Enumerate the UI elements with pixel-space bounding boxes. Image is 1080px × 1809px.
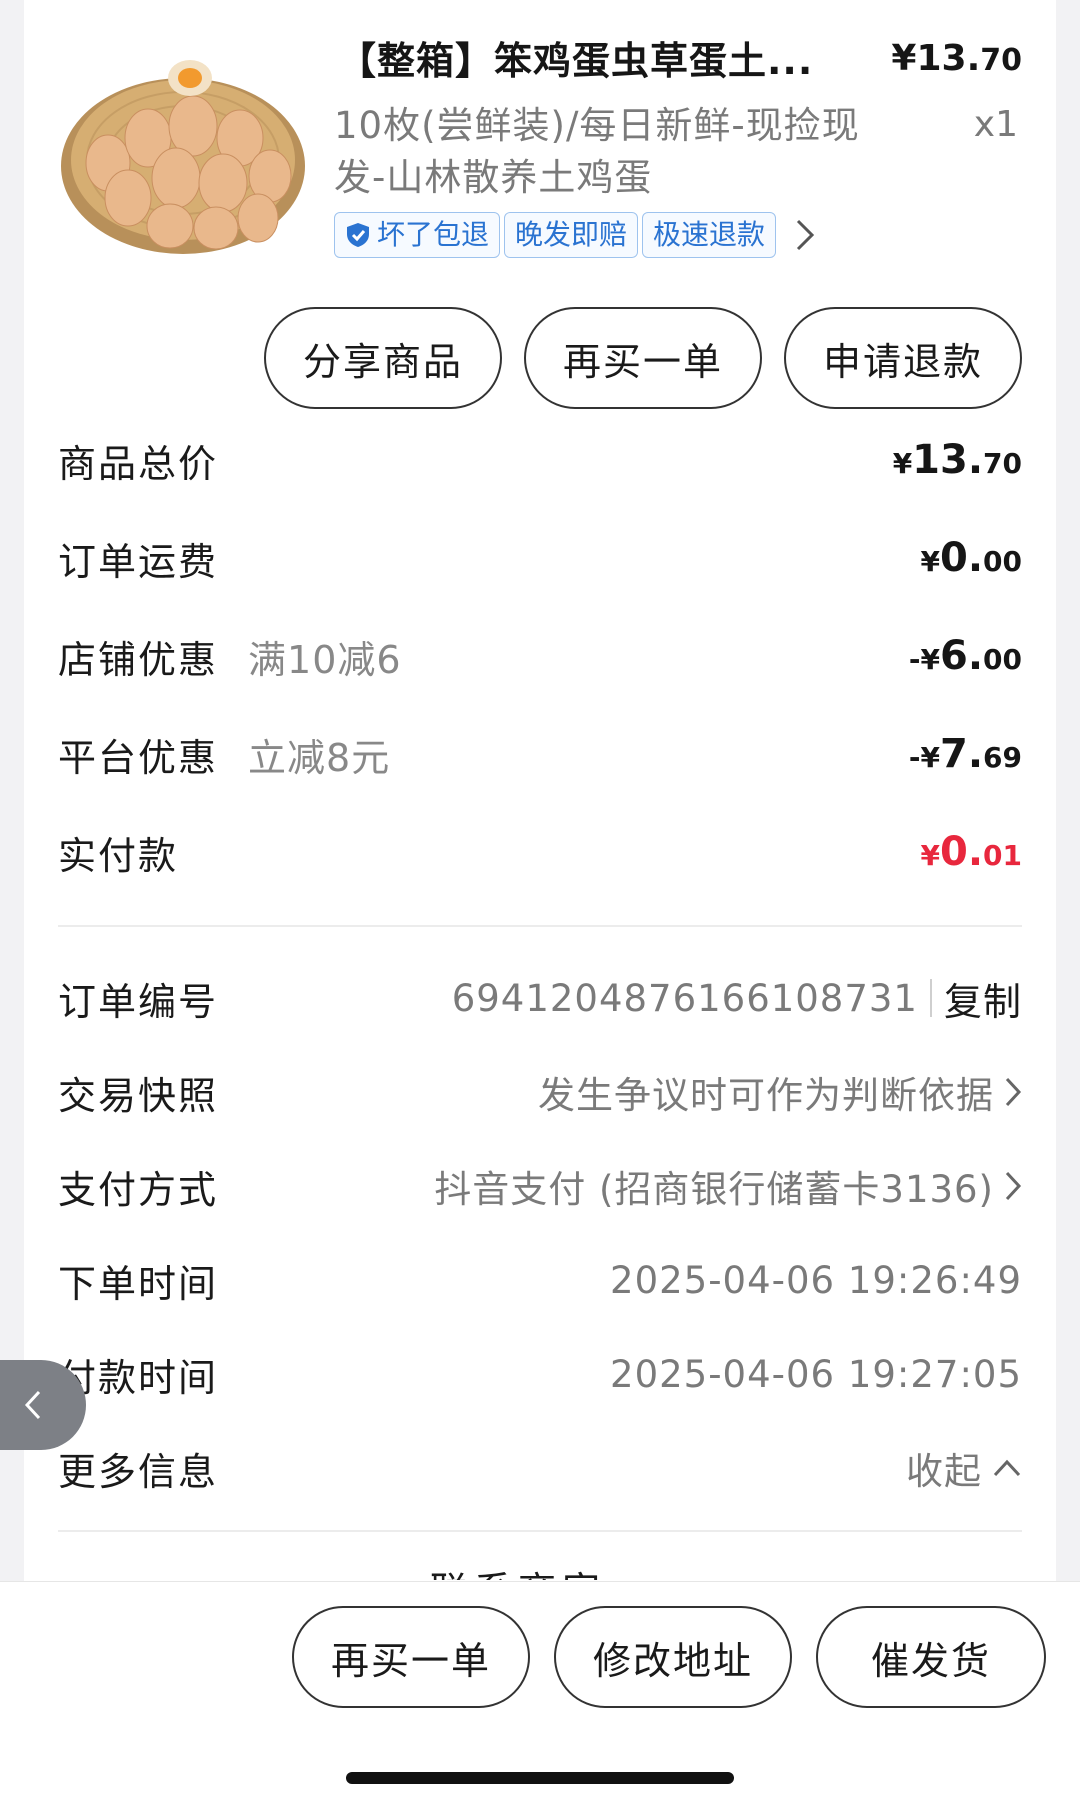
row-value: 6941204876166108731 复制: [452, 971, 1022, 1026]
product-image[interactable]: [58, 48, 308, 258]
row-store-discount: 店铺优惠 满10减6 -¥6.00: [58, 626, 1022, 686]
row-shipping: 订单运费 ¥0.00: [58, 528, 1022, 588]
row-label: 商品总价: [58, 441, 219, 486]
chevron-right-icon: [1005, 1077, 1022, 1107]
row-label: 订单编号: [58, 979, 219, 1024]
row-amount: -¥7.69: [909, 731, 1022, 777]
product-spec: 10枚(尝鲜装)/每日新鲜-现捡现发-山林散养土鸡蛋: [334, 104, 860, 199]
amount-int: 6.: [940, 633, 984, 679]
price-main: ¥13.: [891, 38, 981, 79]
row-paid: 实付款 ¥0.01: [58, 822, 1022, 882]
amount-int: 0.: [940, 535, 984, 581]
home-indicator: [346, 1772, 734, 1784]
product-actions: 分享商品 再买一单 申请退款: [264, 307, 1022, 409]
snapshot-hint: 发生争议时可作为判断依据: [538, 1074, 994, 1117]
copy-button[interactable]: 复制: [944, 971, 1022, 1026]
minus-sign: -: [908, 643, 921, 676]
row-pay-time: 付款时间 2025-04-06 19:27:05: [58, 1344, 1022, 1404]
row-order-time: 下单时间 2025-04-06 19:26:49: [58, 1250, 1022, 1310]
product-quantity: x1: [973, 104, 1018, 145]
chevron-up-icon: [993, 1459, 1021, 1477]
bottom-buttons: 再买一单 修改地址 催发货: [292, 1606, 1046, 1708]
amount-int: 0.: [940, 829, 984, 875]
urge-shipping-button[interactable]: 催发货: [816, 1606, 1046, 1708]
price-decimal: 70: [980, 43, 1022, 78]
tag-bad-return: 坏了包退: [334, 212, 501, 258]
pay-time: 2025-04-06 19:27:05: [610, 1352, 1022, 1396]
row-label: 更多信息: [58, 1449, 219, 1494]
request-refund-button[interactable]: 申请退款: [784, 307, 1022, 409]
row-payment-method[interactable]: 支付方式 抖音支付 (招商银行储蓄卡3136): [58, 1156, 1022, 1216]
currency-symbol: ¥: [920, 839, 940, 872]
bottom-rebuy-button[interactable]: 再买一单: [292, 1606, 530, 1708]
row-value: 发生争议时可作为判断依据: [538, 1065, 1022, 1119]
row-sub-label: 立减8元: [248, 735, 391, 780]
service-tags[interactable]: 坏了包退 晚发即赔 极速退款: [334, 212, 816, 258]
minus-sign: -: [908, 741, 921, 774]
row-amount: ¥13.70: [893, 437, 1022, 483]
currency-symbol: ¥: [920, 741, 940, 774]
amount-int: 7.: [940, 731, 984, 777]
chevron-right-icon[interactable]: [794, 217, 816, 253]
amount-dec: 00: [983, 545, 1022, 578]
tag-label: 坏了包退: [377, 218, 490, 251]
row-goods-total: 商品总价 ¥13.70: [58, 430, 1022, 490]
separator: [929, 979, 932, 1017]
collapse-toggle[interactable]: 收起: [906, 1441, 1022, 1495]
tag-label: 晚发即赔: [515, 218, 628, 251]
tag-late-compensation: 晚发即赔: [504, 212, 639, 258]
edit-address-button[interactable]: 修改地址: [554, 1606, 792, 1708]
row-label: 支付方式: [58, 1167, 219, 1212]
order-time: 2025-04-06 19:26:49: [610, 1258, 1022, 1302]
row-label: 平台优惠: [58, 735, 219, 780]
row-more-info[interactable]: 更多信息 收起: [58, 1438, 1022, 1498]
amount-int: 13.: [912, 437, 984, 483]
amount-dec: 69: [983, 741, 1022, 774]
row-label: 实付款: [58, 833, 179, 878]
row-label: 交易快照: [58, 1073, 219, 1118]
row-amount: ¥0.00: [921, 535, 1022, 581]
currency-symbol: ¥: [892, 447, 913, 480]
currency-symbol: ¥: [920, 545, 940, 578]
rebuy-button[interactable]: 再买一单: [524, 307, 762, 409]
product-price: ¥13.70: [891, 38, 1022, 79]
row-label: 订单运费: [58, 539, 219, 584]
tag-fast-refund: 极速退款: [642, 212, 777, 258]
order-number: 6941204876166108731: [451, 976, 918, 1020]
divider: [58, 925, 1022, 927]
amount-dec: 00: [983, 643, 1022, 676]
row-label: 下单时间: [58, 1261, 219, 1306]
contact-seller-partial[interactable]: 联系商家: [430, 1560, 606, 1580]
share-product-button[interactable]: 分享商品: [264, 307, 502, 409]
divider: [58, 1530, 1022, 1532]
chevron-right-icon: [1005, 1171, 1022, 1201]
tag-label: 极速退款: [653, 218, 766, 251]
payment-method: 抖音支付 (招商银行储蓄卡3136): [434, 1168, 994, 1211]
row-value: 抖音支付 (招商银行储蓄卡3136): [434, 1159, 1022, 1213]
row-platform-discount: 平台优惠 立减8元 -¥7.69: [58, 724, 1022, 784]
row-order-number: 订单编号 6941204876166108731 复制: [58, 968, 1022, 1028]
currency-symbol: ¥: [920, 643, 940, 676]
row-sub-label: 满10减6: [248, 637, 402, 682]
amount-dec: 70: [983, 447, 1022, 480]
row-amount: ¥0.01: [921, 829, 1022, 875]
row-label: 店铺优惠: [58, 637, 219, 682]
collapse-label: 收起: [906, 1450, 982, 1493]
shield-check-icon: [347, 223, 369, 247]
row-amount: -¥6.00: [909, 633, 1022, 679]
chevron-left-icon: [24, 1390, 41, 1420]
amount-dec: 01: [983, 839, 1022, 872]
row-trade-snapshot[interactable]: 交易快照 发生争议时可作为判断依据: [58, 1062, 1022, 1122]
floating-back-tab[interactable]: [0, 1360, 86, 1450]
product-title[interactable]: 【整箱】笨鸡蛋虫草蛋土...: [338, 30, 813, 85]
